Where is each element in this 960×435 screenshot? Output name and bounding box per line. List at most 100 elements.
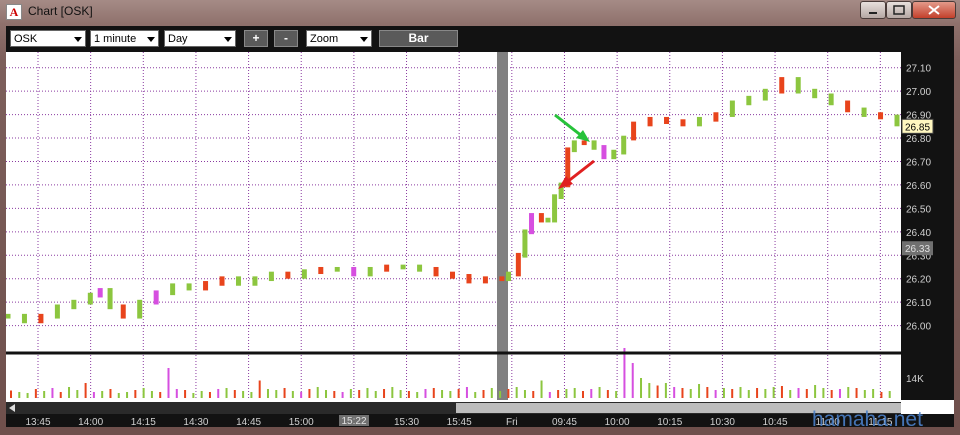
chevron-down-icon: [224, 37, 232, 42]
candle: [812, 88, 818, 99]
candle: [894, 114, 900, 127]
volume-bar: [855, 388, 858, 398]
volume-bar: [242, 391, 245, 398]
candle: [203, 281, 209, 291]
zoom-select[interactable]: Zoom: [306, 30, 372, 47]
volume-bar: [557, 390, 560, 398]
time-tick-label: 14:45: [236, 417, 261, 427]
volume-bar: [714, 390, 717, 398]
volume-bar: [424, 389, 427, 398]
volume-bar: [341, 392, 344, 398]
volume-bar: [76, 390, 79, 398]
volume-bar: [275, 390, 278, 398]
volume-bar: [134, 390, 137, 398]
volume-bar: [233, 390, 236, 398]
candle: [38, 313, 44, 324]
candle: [746, 95, 752, 106]
price-tick-label: 26.10: [906, 298, 931, 309]
candle: [417, 264, 423, 272]
candle: [268, 271, 274, 282]
volume-bar: [598, 387, 601, 398]
candle: [219, 276, 225, 286]
volume-bar: [689, 389, 692, 398]
candle: [285, 271, 291, 279]
volume-bar: [581, 391, 584, 398]
time-tick-label: 10:30: [710, 417, 735, 427]
volume-bar: [391, 387, 394, 398]
volume-bar: [747, 390, 750, 398]
candle: [384, 264, 390, 272]
time-tick-label: 09:45: [552, 417, 577, 427]
candle: [482, 276, 488, 284]
range-value: Day: [168, 33, 188, 45]
volume-bar: [615, 391, 618, 398]
volume-bar: [640, 378, 643, 398]
interval-value: 1 minute: [94, 33, 137, 45]
window-title: Chart [OSK]: [28, 4, 93, 18]
minimize-button[interactable]: [860, 1, 886, 19]
chart-area[interactable]: 27.10 27.00 26.90 26.80 26.70 26.60 26.50 26.40…: [5, 52, 954, 428]
current-price-label: 26.85: [905, 122, 930, 133]
candle: [186, 283, 192, 291]
price-tick-label: 27.10: [906, 64, 931, 75]
price-tick-label: 26.00: [906, 322, 931, 333]
volume-bar: [383, 389, 386, 398]
candle: [845, 100, 851, 113]
price-tick-label: 26.40: [906, 228, 931, 239]
volume-bar: [449, 391, 452, 398]
volume-bar: [117, 393, 120, 398]
title-bar[interactable]: A Chart [OSK]: [0, 0, 960, 24]
volume-bar: [126, 392, 129, 398]
maximize-button[interactable]: [886, 1, 912, 19]
price-tick-label: 26.70: [906, 157, 931, 168]
zoom-in-button[interactable]: +: [244, 30, 268, 47]
volume-bar: [465, 387, 468, 398]
price-tick-label: 26.60: [906, 181, 931, 192]
chart-style-button[interactable]: Bar: [379, 30, 458, 47]
volume-bar: [432, 388, 435, 398]
candle: [522, 229, 528, 258]
volume-bar: [888, 391, 891, 398]
candle: [54, 304, 60, 319]
candle: [647, 116, 653, 127]
volume-bar: [805, 389, 808, 398]
volume-bar: [308, 389, 311, 398]
volume-bar: [706, 387, 709, 398]
close-button[interactable]: [912, 1, 956, 19]
volume-bar: [159, 392, 162, 398]
time-tick-label: Fri: [506, 417, 518, 427]
time-tick-label: 15:45: [447, 417, 472, 427]
candle: [779, 77, 785, 94]
range-select[interactable]: Day: [164, 30, 236, 47]
chart-window: A Chart [OSK] OSK 1 minute Day + - Zoom: [0, 0, 960, 435]
candle: [153, 290, 159, 305]
volume-bar: [300, 392, 303, 398]
volume-bar: [548, 392, 551, 398]
time-tick-label: 10:15: [657, 417, 682, 427]
chevron-down-icon: [74, 37, 82, 42]
zoom-out-button[interactable]: -: [274, 30, 298, 47]
candle: [545, 217, 551, 223]
interval-select[interactable]: 1 minute: [90, 30, 159, 47]
volume-bar: [523, 390, 526, 398]
volume-bar: [739, 387, 742, 398]
chevron-down-icon: [147, 37, 155, 42]
volume-bar: [68, 387, 71, 398]
volume-bar: [623, 348, 626, 398]
candle: [611, 149, 617, 160]
volume-bar: [490, 388, 493, 398]
price-chart[interactable]: 27.1027.0026.9026.8026.7026.6026.5026.40…: [5, 52, 954, 428]
symbol-select[interactable]: OSK: [10, 30, 86, 47]
volume-bar: [656, 385, 659, 398]
volume-bar: [333, 391, 336, 398]
candle: [762, 88, 768, 101]
volume-bar: [175, 389, 178, 398]
candle: [252, 276, 258, 286]
chart-toolbar: OSK 1 minute Day + - Zoom Bar: [6, 26, 954, 52]
candle: [71, 299, 77, 310]
volume-bar: [606, 390, 609, 398]
price-axis-bg: [901, 52, 954, 400]
candle: [581, 140, 587, 146]
volume-bar: [150, 391, 153, 398]
volume-bar: [10, 390, 12, 398]
